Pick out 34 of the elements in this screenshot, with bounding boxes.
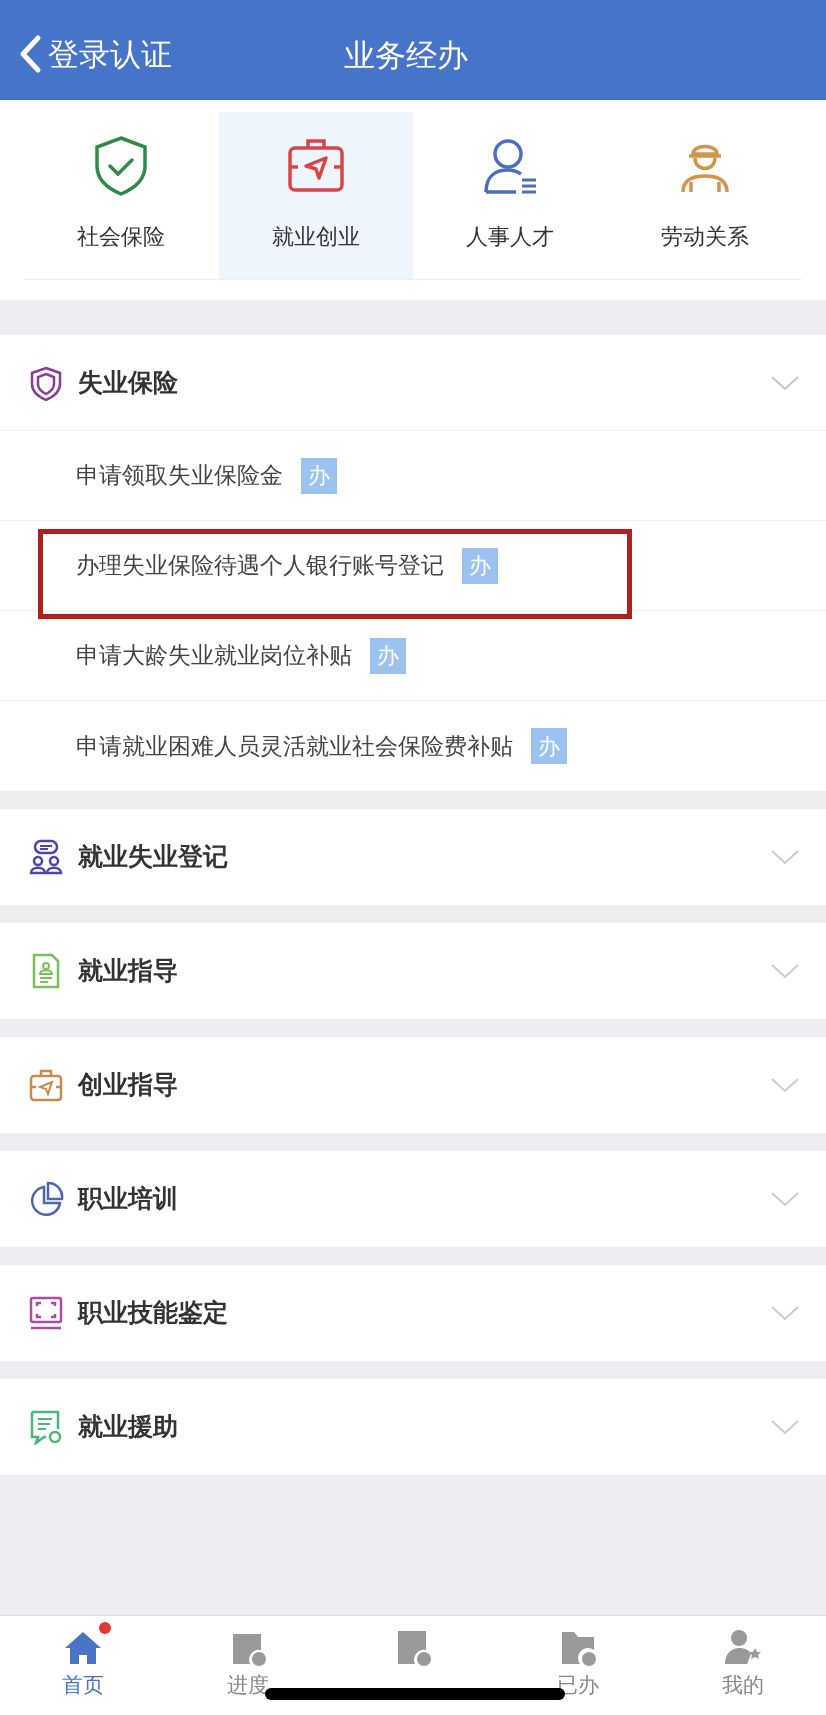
section-header[interactable]: 职业培训 xyxy=(0,1151,826,1247)
chevron-down-icon xyxy=(770,374,800,391)
category-tab[interactable]: 社会保险 xyxy=(24,112,219,279)
tab-bar-item[interactable]: 进度 xyxy=(165,1616,331,1715)
chevron-down-icon xyxy=(770,1419,800,1435)
document-gear-icon xyxy=(28,1409,64,1445)
section-header[interactable]: 失业保险 xyxy=(0,335,826,431)
back-icon[interactable] xyxy=(18,34,42,74)
back-link[interactable]: 登录认证 xyxy=(48,38,172,70)
scan-frame-icon xyxy=(28,1295,64,1331)
category-tab[interactable]: 人事人才 xyxy=(413,112,608,279)
service-link[interactable]: 办理失业保险待遇个人银行账号登记 xyxy=(76,548,444,583)
people-chat-icon xyxy=(28,839,64,875)
category-tab[interactable]: 劳动关系 xyxy=(607,112,802,279)
category-tab[interactable]: 就业创业 xyxy=(218,112,413,279)
tab-bar-item[interactable]: 首页 xyxy=(0,1616,166,1715)
tab-bar-item[interactable]: 我的 xyxy=(660,1616,826,1715)
service-link[interactable]: 申请大龄失业就业岗位补贴 xyxy=(76,638,352,673)
service-link[interactable]: 申请领取失业保险金 xyxy=(76,458,283,493)
section-header[interactable]: 职业技能鉴定 xyxy=(0,1265,826,1361)
section-header[interactable]: 创业指导 xyxy=(0,1037,826,1133)
page-title: 业务经办 xyxy=(344,40,468,71)
section-header[interactable]: 就业援助 xyxy=(0,1379,826,1475)
section-header[interactable]: 就业失业登记 xyxy=(0,809,826,905)
chevron-down-icon xyxy=(770,963,800,979)
chevron-down-icon xyxy=(770,1305,800,1321)
section-header[interactable]: 就业指导 xyxy=(0,923,826,1019)
shield-icon xyxy=(28,364,64,401)
chevron-down-icon xyxy=(770,849,800,865)
pie-chart-icon xyxy=(28,1181,64,1217)
briefcase-icon xyxy=(28,1067,64,1103)
chevron-down-icon xyxy=(770,1191,800,1207)
chevron-down-icon xyxy=(770,1077,800,1093)
service-link[interactable]: 申请就业困难人员灵活就业社会保险费补贴 xyxy=(76,728,513,764)
